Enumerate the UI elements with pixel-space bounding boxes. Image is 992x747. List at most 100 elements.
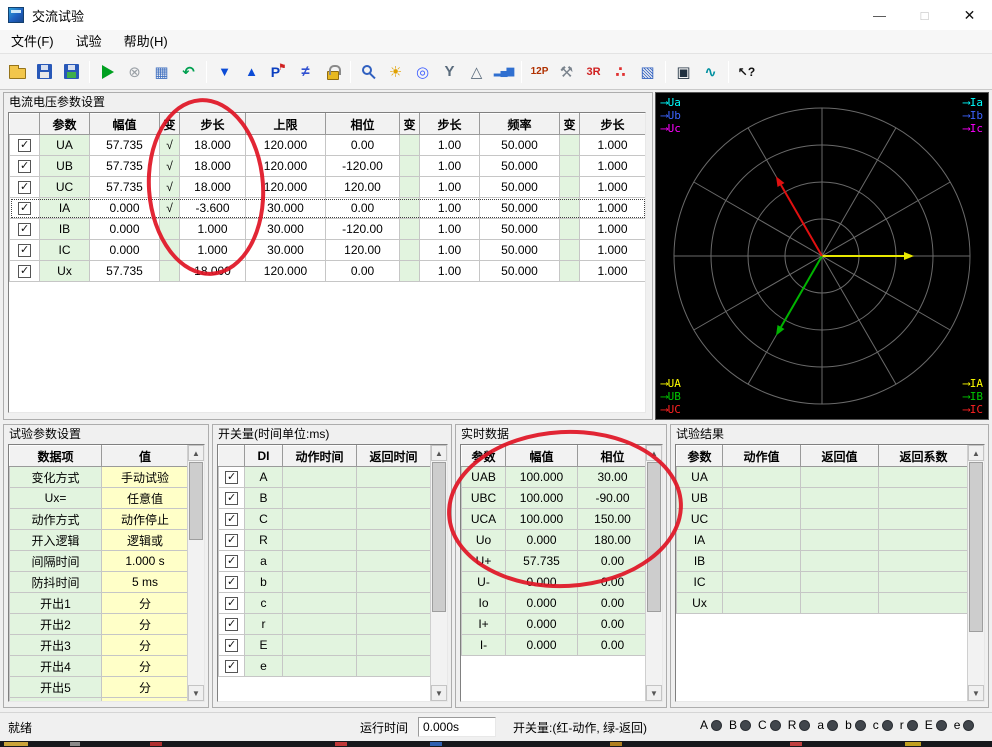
frequency-cell[interactable]: 50.000 — [479, 218, 560, 240]
frequency-cell[interactable]: 50.000 — [479, 176, 560, 198]
row-checkbox-cell[interactable] — [218, 634, 245, 656]
target-button[interactable]: ◎ — [409, 59, 436, 85]
phase-flag-button[interactable]: P ⚑ — [265, 59, 292, 85]
phase-step-cell[interactable]: 1.00 — [419, 197, 480, 219]
phase-step-cell[interactable]: 1.00 — [419, 134, 480, 156]
menu-test[interactable]: 试验 — [65, 30, 113, 54]
freq-vary-flag-cell[interactable] — [559, 134, 580, 156]
value-cell[interactable]: 分 — [101, 697, 189, 701]
freq-step-cell[interactable]: 1.000 — [579, 155, 645, 177]
freq-step-cell[interactable]: 1.000 — [579, 260, 645, 282]
row-checkbox-cell[interactable] — [218, 529, 245, 551]
scroll-down-icon[interactable]: ▼ — [188, 685, 204, 701]
freq-vary-flag-cell[interactable] — [559, 260, 580, 282]
delta-connection-button[interactable]: △ — [463, 59, 490, 85]
amplitude-cell[interactable]: 57.735 — [89, 134, 160, 156]
frequency-cell[interactable]: 50.000 — [479, 260, 560, 282]
amplitude-step-cell[interactable]: 18.000 — [179, 260, 246, 282]
switches-scrollbar[interactable]: ▲ ▼ — [430, 445, 447, 701]
phase-vary-flag-cell[interactable] — [399, 176, 420, 198]
vary-flag-cell[interactable] — [159, 218, 180, 240]
vary-flag-cell[interactable]: √ — [159, 134, 180, 156]
phase-cell[interactable]: 120.00 — [325, 239, 400, 261]
monitor-button[interactable]: ▣ — [670, 59, 697, 85]
not-equal-button[interactable]: ≠ — [292, 59, 319, 85]
vary-flag-cell[interactable] — [159, 239, 180, 261]
value-cell[interactable]: 手动试验 — [101, 466, 189, 488]
scrollbar-thumb[interactable] — [647, 462, 661, 612]
amplitude-cell[interactable]: 57.735 — [89, 260, 160, 282]
freq-step-cell[interactable]: 1.000 — [579, 134, 645, 156]
undo-button[interactable]: ↶ — [175, 59, 202, 85]
scroll-up-icon[interactable]: ▲ — [431, 445, 447, 461]
maximize-button[interactable]: □ — [902, 0, 947, 30]
export-report-button[interactable] — [58, 59, 85, 85]
test-params-scrollbar[interactable]: ▲ ▼ — [187, 445, 204, 701]
phase-vary-flag-cell[interactable] — [399, 239, 420, 261]
amplitude-cell[interactable]: 0.000 — [89, 218, 160, 240]
scrollbar-thumb[interactable] — [969, 462, 983, 632]
scrollbar-thumb[interactable] — [432, 462, 446, 612]
upper-limit-cell[interactable]: 30.000 — [245, 218, 326, 240]
phase-cell[interactable]: 0.00 — [325, 197, 400, 219]
row-checkbox-cell[interactable] — [9, 218, 40, 240]
row-checkbox-cell[interactable] — [9, 176, 40, 198]
scroll-up-icon[interactable]: ▲ — [188, 445, 204, 461]
row-checkbox-cell[interactable] — [9, 197, 40, 219]
amplitude-step-cell[interactable]: 1.000 — [179, 218, 246, 240]
row-checkbox-cell[interactable] — [9, 260, 40, 282]
lock-button[interactable] — [319, 59, 346, 85]
phase-cell[interactable]: 0.00 — [325, 260, 400, 282]
twelve-phase-button[interactable]: 12P — [526, 59, 553, 85]
row-checkbox-cell[interactable] — [218, 487, 245, 509]
value-cell[interactable]: 分 — [101, 634, 189, 656]
phase-step-cell[interactable]: 1.00 — [419, 218, 480, 240]
wye-connection-button[interactable]: Y — [436, 59, 463, 85]
scroll-down-icon[interactable]: ▼ — [431, 685, 447, 701]
phase-step-cell[interactable]: 1.00 — [419, 260, 480, 282]
phase-vary-flag-cell[interactable] — [399, 155, 420, 177]
stop-test-button[interactable]: ⊗ — [121, 59, 148, 85]
scroll-up-icon[interactable]: ▲ — [646, 445, 662, 461]
freq-vary-flag-cell[interactable] — [559, 218, 580, 240]
freq-step-cell[interactable]: 1.000 — [579, 197, 645, 219]
upper-limit-cell[interactable]: 120.000 — [245, 155, 326, 177]
freq-vary-flag-cell[interactable] — [559, 197, 580, 219]
phase-cell[interactable]: -120.00 — [325, 218, 400, 240]
freq-step-cell[interactable]: 1.000 — [579, 218, 645, 240]
amplitude-step-cell[interactable]: 18.000 — [179, 176, 246, 198]
phase-vary-flag-cell[interactable] — [399, 218, 420, 240]
row-checkbox-cell[interactable] — [218, 550, 245, 572]
step-up-button[interactable]: ▲ — [238, 59, 265, 85]
start-test-button[interactable] — [94, 59, 121, 85]
save-button[interactable] — [31, 59, 58, 85]
value-cell[interactable]: 分 — [101, 613, 189, 635]
context-help-button[interactable]: ↖? — [733, 59, 760, 85]
value-cell[interactable]: 1.000 s — [101, 550, 189, 572]
amplitude-step-cell[interactable]: 18.000 — [179, 155, 246, 177]
dots-button[interactable]: ∴ — [607, 59, 634, 85]
row-checkbox-cell[interactable] — [218, 508, 245, 530]
frequency-cell[interactable]: 50.000 — [479, 155, 560, 177]
step-down-button[interactable]: ▼ — [211, 59, 238, 85]
upper-limit-cell[interactable]: 30.000 — [245, 197, 326, 219]
phase-step-cell[interactable]: 1.00 — [419, 239, 480, 261]
vary-flag-cell[interactable]: √ — [159, 155, 180, 177]
row-checkbox-cell[interactable] — [9, 134, 40, 156]
freq-vary-flag-cell[interactable] — [559, 176, 580, 198]
vary-flag-cell[interactable] — [159, 260, 180, 282]
freq-vary-flag-cell[interactable] — [559, 155, 580, 177]
value-cell[interactable]: 5 ms — [101, 571, 189, 593]
three-phase-button[interactable]: 3R — [580, 59, 607, 85]
phase-vary-flag-cell[interactable] — [399, 197, 420, 219]
amplitude-step-cell[interactable]: 18.000 — [179, 134, 246, 156]
upper-limit-cell[interactable]: 30.000 — [245, 239, 326, 261]
freq-step-cell[interactable]: 1.000 — [579, 239, 645, 261]
phase-cell[interactable]: -120.00 — [325, 155, 400, 177]
amplitude-cell[interactable]: 57.735 — [89, 155, 160, 177]
upper-limit-cell[interactable]: 120.000 — [245, 260, 326, 282]
phase-step-cell[interactable]: 1.00 — [419, 155, 480, 177]
frequency-cell[interactable]: 50.000 — [479, 197, 560, 219]
results-scrollbar[interactable]: ▲ ▼ — [967, 445, 984, 701]
chart-button[interactable]: ▧ — [634, 59, 661, 85]
